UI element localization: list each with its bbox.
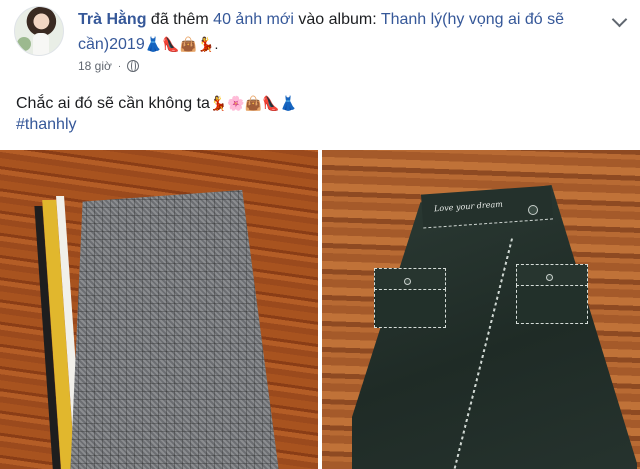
author-avatar[interactable] [14,6,64,56]
album-emojis: 👗👠👜💃. [144,36,219,52]
caption-text: Chắc ai đó sẽ cần không ta [16,95,210,112]
photo-green-skirt[interactable]: Love your dream [322,150,640,469]
post-timestamp-link[interactable]: 18 giờ [78,59,112,73]
caption-emojis: 💃🌸👜👠👗 [209,95,298,111]
author-name-link[interactable]: Trà Hằng [78,11,146,28]
waistband-button [528,205,538,215]
post-caption: Chắc ai đó sẽ cần không ta💃🌸👜👠👗 [16,92,297,115]
right-pocket-button [546,274,553,281]
grey-plaid-skirt [70,190,280,469]
hashtag-link[interactable]: #thanhly [16,116,77,134]
globe-icon[interactable] [127,60,140,72]
action-text: đã thêm [146,11,214,28]
post-options-chevron-icon[interactable] [610,12,630,32]
avatar-figure [33,33,49,55]
album-prefix: vào album: [293,11,381,28]
post-headline: Trà Hằng đã thêm 40 ảnh mới vào album: T… [78,8,598,57]
photo-grid: Love your dream [0,150,640,469]
photo-grey-skirt[interactable] [0,150,318,469]
post-meta: 18 giờ · [78,59,140,73]
avatar-leaf [17,37,31,51]
left-pocket-button [404,278,411,285]
meta-separator: · [117,60,122,72]
post-header: Trà Hằng đã thêm 40 ảnh mới vào album: T… [0,0,640,85]
album-count-link[interactable]: 40 ảnh mới [213,11,294,28]
